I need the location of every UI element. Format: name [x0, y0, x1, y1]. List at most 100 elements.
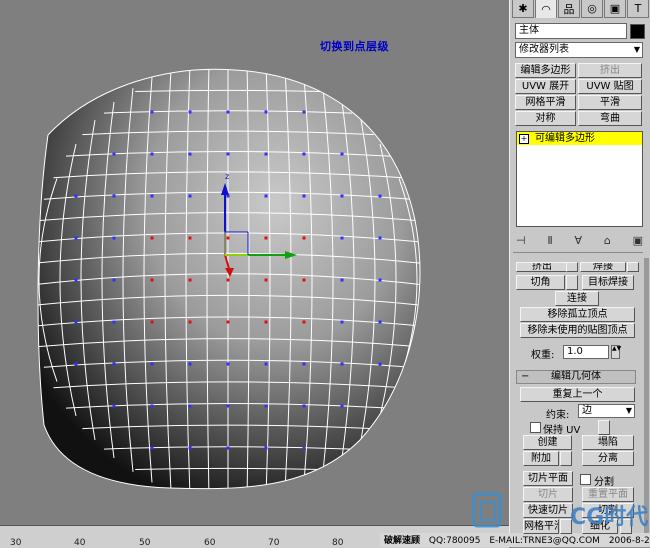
mesh-vertex[interactable]	[74, 278, 78, 282]
uvw-unwrap-button[interactable]: UVW 展开	[515, 79, 576, 94]
mesh-vertex[interactable]	[188, 278, 192, 282]
show-end-result-icon[interactable]: Ⅱ	[547, 234, 552, 247]
mesh-vertex[interactable]	[340, 152, 344, 156]
mesh-vertex[interactable]	[264, 278, 268, 282]
object-color-swatch[interactable]	[630, 24, 645, 39]
mesh-vertex[interactable]	[112, 362, 116, 366]
display-icon[interactable]: ▣	[604, 0, 626, 18]
mesh-vertex[interactable]	[302, 194, 306, 198]
preserve-uv-checkbox[interactable]	[530, 422, 541, 433]
mesh-vertex[interactable]	[74, 236, 78, 240]
mesh-vertex[interactable]	[340, 362, 344, 366]
edit-poly-button[interactable]: 编辑多边形	[515, 63, 576, 78]
mesh-vertex[interactable]	[302, 152, 306, 156]
mesh-vertex[interactable]	[150, 320, 154, 324]
collapse-button[interactable]: 塌陷	[582, 435, 634, 450]
mesh-vertex[interactable]	[340, 404, 344, 408]
mesh-vertex[interactable]	[302, 320, 306, 324]
mesh-vertex[interactable]	[112, 404, 116, 408]
mesh-vertex[interactable]	[188, 194, 192, 198]
mesh-vertex[interactable]	[302, 278, 306, 282]
mesh-vertex[interactable]	[188, 236, 192, 240]
mesh-vertex[interactable]	[112, 236, 116, 240]
stack-item-editable-poly[interactable]: + 可编辑多边形	[517, 132, 642, 145]
mesh-vertex[interactable]	[378, 194, 382, 198]
weight-spinner[interactable]: ▲▼	[611, 345, 621, 359]
mesh-vertex[interactable]	[226, 152, 230, 156]
motion-icon[interactable]: ◎	[581, 0, 603, 18]
repeat-last-button[interactable]: 重复上一个	[520, 387, 635, 402]
utilities-icon[interactable]: T	[627, 0, 649, 18]
mesh-vertex[interactable]	[188, 110, 192, 114]
expand-icon[interactable]: +	[519, 133, 529, 144]
mesh-vertex[interactable]	[112, 278, 116, 282]
mesh-vertex[interactable]	[264, 404, 268, 408]
mesh-vertex[interactable]	[378, 362, 382, 366]
smooth-button[interactable]: 平滑	[578, 95, 642, 110]
mesh-vertex[interactable]	[264, 446, 268, 450]
mesh-vertex[interactable]	[150, 404, 154, 408]
mesh-vertex[interactable]	[302, 404, 306, 408]
modify-icon[interactable]: ◠	[535, 0, 557, 18]
configure-sets-icon[interactable]: ▣	[633, 234, 643, 247]
weight-input[interactable]: 1.0	[563, 345, 609, 359]
perspective-viewport[interactable]: z 切换到点层级	[0, 0, 510, 525]
constraint-dropdown[interactable]: 边 ▼	[578, 404, 635, 418]
mesh-vertex[interactable]	[226, 320, 230, 324]
mesh-vertex[interactable]	[264, 110, 268, 114]
mesh-vertex[interactable]	[264, 236, 268, 240]
extrude-settings-button[interactable]	[566, 262, 578, 272]
mesh-vertex[interactable]	[188, 362, 192, 366]
attach-list-button[interactable]	[560, 451, 572, 466]
object-name-field[interactable]: 主体	[515, 23, 627, 39]
detach-button[interactable]: 分离	[582, 451, 634, 466]
mesh-vertex[interactable]	[340, 278, 344, 282]
create-button[interactable]: 创建	[523, 435, 572, 450]
mesh-vertex[interactable]	[112, 152, 116, 156]
mesh-vertex[interactable]	[226, 362, 230, 366]
mesh-vertex[interactable]	[302, 362, 306, 366]
symmetry-button[interactable]: 对称	[515, 111, 576, 126]
remove-unused-map-verts-button[interactable]: 移除未使用的贴图顶点	[520, 323, 635, 338]
mesh-vertex[interactable]	[74, 194, 78, 198]
sphere-mesh[interactable]: z	[0, 0, 509, 525]
mesh-vertex[interactable]	[150, 152, 154, 156]
modifier-list-dropdown[interactable]: 修改器列表 ▼	[515, 42, 643, 58]
mesh-vertex[interactable]	[112, 194, 116, 198]
mesh-vertex[interactable]	[226, 110, 230, 114]
make-unique-icon[interactable]: ∀	[575, 234, 583, 247]
mesh-vertex[interactable]	[188, 404, 192, 408]
mesh-vertex[interactable]	[226, 236, 230, 240]
chamfer-button[interactable]: 切角	[516, 275, 565, 290]
uvw-map-button[interactable]: UVW 贴图	[578, 79, 642, 94]
mesh-vertex[interactable]	[188, 446, 192, 450]
remove-isolated-button[interactable]: 移除孤立顶点	[520, 307, 635, 322]
mesh-vertex[interactable]	[150, 446, 154, 450]
mesh-vertex[interactable]	[264, 152, 268, 156]
mesh-vertex[interactable]	[378, 320, 382, 324]
mesh-vertex[interactable]	[226, 278, 230, 282]
mesh-vertex[interactable]	[264, 362, 268, 366]
bend-button[interactable]: 弯曲	[578, 111, 642, 126]
meshsmooth-button[interactable]: 网格平滑	[515, 95, 576, 110]
mesh-vertex[interactable]	[378, 236, 382, 240]
create-icon[interactable]: ✱	[512, 0, 534, 18]
mesh-vertex[interactable]	[378, 278, 382, 282]
mesh-vertex[interactable]	[150, 236, 154, 240]
mesh-vertex[interactable]	[150, 194, 154, 198]
attach-button[interactable]: 附加	[523, 451, 559, 466]
mesh-vertex[interactable]	[226, 404, 230, 408]
mesh-vertex[interactable]	[112, 320, 116, 324]
weld-button[interactable]: 焊接	[580, 262, 626, 272]
chamfer-settings-button[interactable]	[566, 275, 578, 290]
mesh-vertex[interactable]	[226, 446, 230, 450]
mesh-vertex[interactable]	[74, 362, 78, 366]
target-weld-button[interactable]: 目标焊接	[582, 275, 634, 290]
connect-button[interactable]: 连接	[555, 291, 599, 306]
mesh-vertex[interactable]	[340, 194, 344, 198]
mesh-vertex[interactable]	[302, 236, 306, 240]
weld-settings-button[interactable]	[627, 262, 639, 272]
mesh-vertex[interactable]	[188, 320, 192, 324]
split-checkbox[interactable]	[580, 474, 591, 485]
pin-stack-icon[interactable]: ⊣	[516, 234, 526, 247]
